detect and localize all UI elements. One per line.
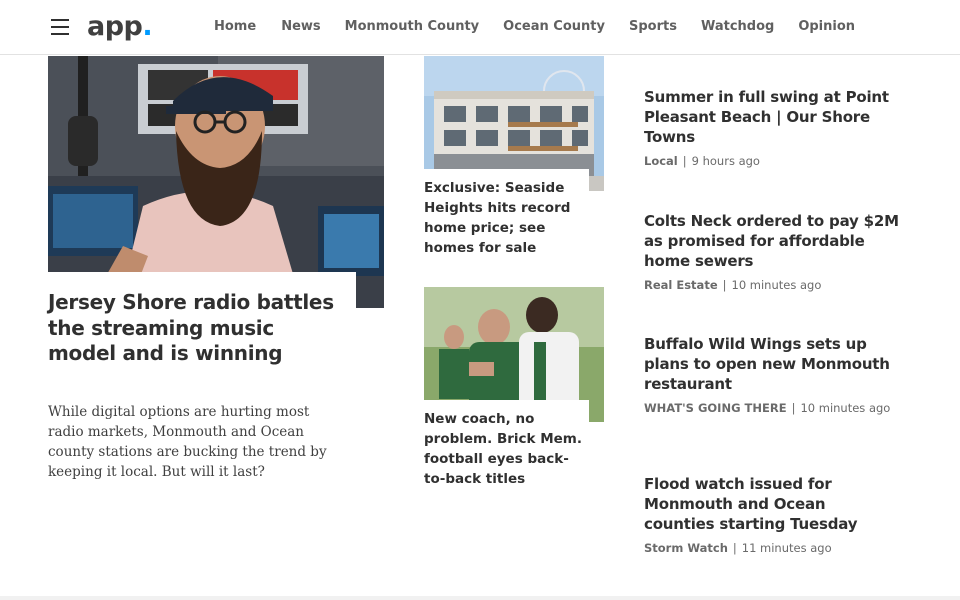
logo-text: app [87,11,143,42]
story-title[interactable]: Summer in full swing at Point Pleasant B… [644,87,900,147]
story-tag[interactable]: WHAT'S GOING THERE [644,401,787,415]
nav-monmouth-county[interactable]: Monmouth County [345,19,480,35]
seaside-heights-title[interactable]: Exclusive: Seaside Heights hits record h… [424,178,584,258]
story-time: 10 minutes ago [731,278,822,292]
story-time: 11 minutes ago [741,541,832,555]
nav-opinion[interactable]: Opinion [798,19,855,35]
right-list-item[interactable]: Buffalo Wild Wings sets up plans to open… [644,334,900,416]
section-divider [0,596,960,600]
right-list-item[interactable]: Summer in full swing at Point Pleasant B… [644,87,900,169]
story-title[interactable]: Buffalo Wild Wings sets up plans to open… [644,334,900,394]
story-meta: Real Estate | 10 minutes ago [644,278,900,293]
meta-separator: | [682,154,687,168]
story-title[interactable]: Colts Neck ordered to pay $2M as promise… [644,211,900,271]
nav-sports[interactable]: Sports [629,19,677,35]
story-meta: Local | 9 hours ago [644,154,900,169]
story-time: 9 hours ago [691,154,760,168]
story-time: 10 minutes ago [800,401,891,415]
meta-separator: | [722,278,727,292]
story-title[interactable]: Flood watch issued for Monmouth and Ocea… [644,474,900,534]
nav-home[interactable]: Home [214,19,256,35]
site-header: app. Home News Monmouth County Ocean Cou… [0,0,960,55]
site-logo[interactable]: app. [87,10,153,44]
nav-ocean-county[interactable]: Ocean County [503,19,605,35]
main-nav: Home News Monmouth County Ocean County S… [214,19,879,35]
story-tag[interactable]: Real Estate [644,278,718,292]
lead-story-title[interactable]: Jersey Shore radio battles the streaming… [48,290,338,367]
nav-news[interactable]: News [281,19,320,35]
right-list-item[interactable]: Colts Neck ordered to pay $2M as promise… [644,211,900,293]
right-list-item[interactable]: Flood watch issued for Monmouth and Ocea… [644,474,900,556]
logo-dot: . [142,11,153,42]
story-tag[interactable]: Storm Watch [644,541,728,555]
hamburger-menu-icon[interactable] [51,19,69,35]
story-meta: WHAT'S GOING THERE | 10 minutes ago [644,401,900,416]
nav-watchdog[interactable]: Watchdog [701,19,774,35]
lead-story-image[interactable] [48,56,384,308]
story-meta: Storm Watch | 11 minutes ago [644,541,900,556]
meta-separator: | [732,541,737,555]
brick-football-title[interactable]: New coach, no problem. Brick Mem. footba… [424,409,584,489]
story-tag[interactable]: Local [644,154,678,168]
lead-story-summary: While digital options are hurting most r… [48,404,327,480]
meta-separator: | [791,401,796,415]
